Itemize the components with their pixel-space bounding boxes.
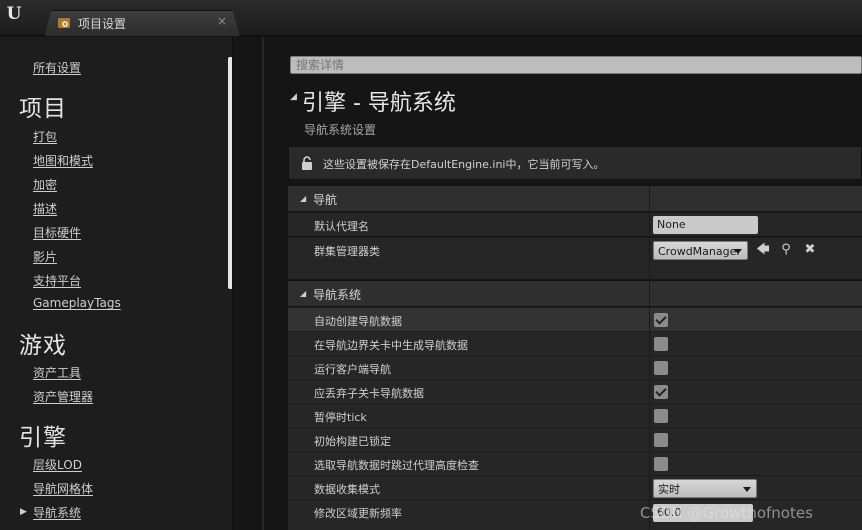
close-icon[interactable]: ✖: [802, 242, 818, 258]
setting-row-allow-client-navigation: 运行客户端导航: [288, 355, 862, 379]
title-bar: U 项目设置 ×: [0, 0, 862, 36]
category-navigation[interactable]: ◢ 导航: [288, 185, 862, 211]
selected-arrow-icon: ▶: [20, 507, 27, 517]
client-navigation-checkbox[interactable]: [654, 361, 668, 375]
auto-create-nav-data-checkbox[interactable]: [654, 313, 668, 327]
initial-building-locked-checkbox[interactable]: [654, 433, 668, 447]
skip-agent-height-check-checkbox[interactable]: [654, 457, 668, 471]
collapse-arrow-icon[interactable]: ◢: [290, 92, 297, 102]
search-details-input[interactable]: [290, 56, 862, 74]
chevron-down-icon: [743, 487, 751, 492]
sidebar-item-navmesh[interactable]: 导航网格体: [33, 480, 93, 497]
setting-row-skip-agent-height-check: 选取导航数据时跳过代理高度检查: [288, 451, 862, 475]
arrow-left-icon[interactable]: 🡄: [755, 242, 771, 258]
sidebar-item-description[interactable]: 描述: [33, 200, 57, 217]
sidebar-item-target-hardware[interactable]: 目标硬件: [33, 224, 81, 241]
sidebar-item-gameplay-tags[interactable]: GameplayTags: [33, 296, 121, 310]
page-title: 引擎 - 导航系统: [302, 91, 456, 116]
sidebar-heading-game: 游戏: [19, 333, 67, 359]
setting-row-auto-create-nav-data: 自动创建导航数据: [288, 307, 862, 331]
column-splitter[interactable]: [649, 281, 650, 306]
search-icon[interactable]: ⚲: [778, 242, 794, 258]
collapse-arrow-icon: ◢: [300, 194, 307, 203]
setting-row-spawn-nav-data-in-bounds-level: 在导航边界关卡中生成导航数据: [288, 331, 862, 355]
setting-label: 选取导航数据时跳过代理高度检查: [314, 459, 479, 472]
crowd-manager-class-dropdown[interactable]: CrowdManager: [653, 241, 748, 260]
discard-sublevel-nav-data-checkbox[interactable]: [654, 385, 668, 399]
column-splitter[interactable]: [649, 476, 650, 499]
watermark-text: CSDN @Growthofnotes: [640, 504, 813, 522]
setting-label: 应丢弃子关卡导航数据: [314, 387, 424, 400]
setting-label: 初始构建已锁定: [314, 435, 391, 448]
column-splitter[interactable]: [649, 332, 650, 355]
sidebar-item-supported-platforms[interactable]: 支持平台: [33, 272, 81, 289]
category-label: 导航: [313, 193, 338, 207]
sidebar-item-crypto[interactable]: 加密: [33, 176, 57, 193]
tab-label: 项目设置: [78, 17, 127, 31]
setting-row-tick-while-paused: 暂停时tick: [288, 403, 862, 427]
sidebar-item-asset-manager[interactable]: 资产管理器: [33, 388, 93, 405]
column-splitter[interactable]: [649, 356, 650, 379]
spawn-nav-data-checkbox[interactable]: [654, 337, 668, 351]
notice-text: 这些设置被保存在DefaultEngine.ini中，它当前可写入。: [323, 158, 605, 171]
collapse-arrow-icon: ◢: [300, 289, 307, 298]
setting-label: 数据收集模式: [314, 483, 380, 496]
column-splitter[interactable]: [649, 404, 650, 427]
dropdown-value: 实时: [658, 483, 680, 496]
sidebar-item-maps-modes[interactable]: 地图和模式: [33, 152, 93, 169]
chevron-down-icon: [734, 249, 742, 254]
details-panel: ◢ 引擎 - 导航系统 导航系统设置 这些设置被保存在DefaultEngine…: [264, 37, 862, 530]
column-splitter[interactable]: [649, 238, 650, 279]
setting-label: 运行客户端导航: [314, 363, 391, 376]
column-splitter[interactable]: [649, 308, 650, 331]
setting-row-data-gathering-mode: 数据收集模式 实时: [288, 475, 862, 499]
tab-project-settings[interactable]: 项目设置 ×: [44, 10, 240, 36]
lock-icon: [302, 156, 312, 170]
sidebar-item-asset-tools[interactable]: 资产工具: [33, 364, 81, 381]
setting-label: 在导航边界关卡中生成导航数据: [314, 339, 468, 352]
setting-row-default-agent-name: 默认代理名 None: [288, 212, 862, 236]
setting-label: 默认代理名: [314, 220, 369, 233]
column-splitter[interactable]: [649, 186, 650, 211]
tick-while-paused-checkbox[interactable]: [654, 409, 668, 423]
sidebar-heading-project: 项目: [19, 96, 67, 122]
column-splitter[interactable]: [649, 452, 650, 475]
setting-row-discard-sublevel-nav-data: 应丢弃子关卡导航数据: [288, 379, 862, 403]
sidebar-item-all-settings[interactable]: 所有设置: [33, 59, 81, 76]
category-label: 导航系统: [313, 288, 362, 302]
column-splitter[interactable]: [649, 380, 650, 403]
setting-label: 群集管理器类: [314, 245, 380, 258]
setting-row-crowd-manager-class: 群集管理器类 CrowdManager 🡄 ⚲ ✖: [288, 237, 862, 279]
sidebar-item-hlod[interactable]: 层级LOD: [33, 456, 82, 473]
config-notice: 这些设置被保存在DefaultEngine.ini中，它当前可写入。: [288, 146, 862, 180]
settings-icon: [58, 18, 70, 28]
sidebar-item-packaging[interactable]: 打包: [33, 128, 57, 145]
sidebar-item-movies[interactable]: 影片: [33, 248, 57, 265]
data-gathering-mode-dropdown[interactable]: 实时: [653, 479, 757, 498]
setting-label: 自动创建导航数据: [314, 315, 402, 328]
sidebar-item-navigation-system[interactable]: 导航系统: [33, 504, 81, 521]
tab-close-button[interactable]: ×: [217, 14, 227, 28]
setting-label: 暂停时tick: [314, 411, 367, 424]
column-splitter[interactable]: [649, 428, 650, 451]
dropdown-value: CrowdManager: [658, 245, 741, 258]
page-subtitle: 导航系统设置: [304, 123, 377, 137]
unreal-logo-icon[interactable]: U: [4, 4, 24, 24]
setting-row-initial-building-locked: 初始构建已锁定: [288, 427, 862, 451]
panel-divider: [232, 37, 262, 530]
category-navigation-system[interactable]: ◢ 导航系统: [288, 280, 862, 306]
column-splitter[interactable]: [649, 213, 650, 236]
settings-sidebar: 所有设置 项目 打包 地图和模式 加密 描述 目标硬件 影片 支持平台 Game…: [0, 37, 234, 530]
setting-label: 修改区域更新频率: [314, 507, 402, 520]
default-agent-name-input[interactable]: None: [653, 216, 758, 234]
sidebar-heading-engine: 引擎: [19, 425, 67, 451]
